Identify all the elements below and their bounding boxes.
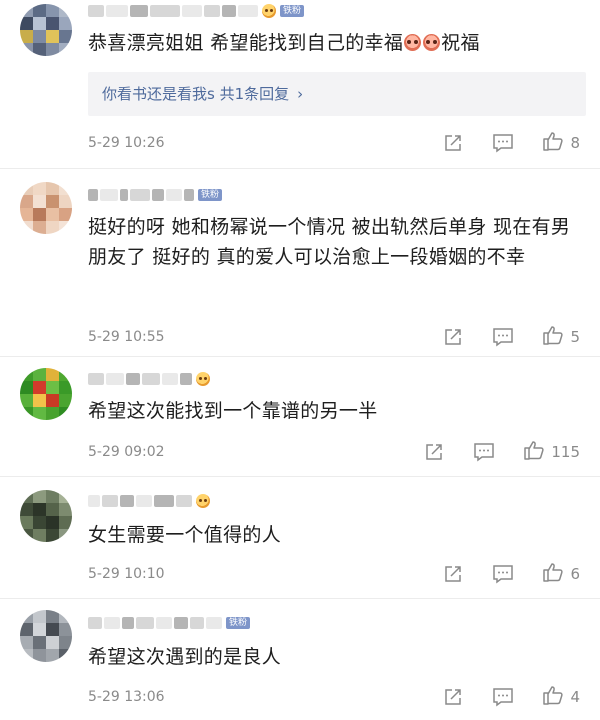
username[interactable] <box>88 492 210 510</box>
comment-icon[interactable] <box>492 326 514 348</box>
fan-badge: 铁粉 <box>198 189 223 201</box>
comment-text: 希望这次遇到的是良人 <box>88 646 282 668</box>
grin-emoji-icon <box>262 4 276 18</box>
like-count: 6 <box>570 565 580 583</box>
username[interactable]: 铁粉 <box>88 186 223 204</box>
timestamp: 5-29 09:02 <box>88 444 165 460</box>
divider <box>0 598 600 599</box>
like-button[interactable]: 5 <box>542 324 580 350</box>
avatar[interactable] <box>20 368 72 420</box>
face-emoji-icon <box>423 34 441 51</box>
avatar[interactable] <box>20 182 72 234</box>
reply-link[interactable]: 你看书还是看我s 共1条回复 › <box>88 72 586 116</box>
grin-emoji-icon <box>196 372 210 386</box>
timestamp: 5-29 10:26 <box>88 135 165 151</box>
thumbs-up-icon <box>542 684 564 710</box>
comment-icon[interactable] <box>473 441 495 463</box>
thumbs-up-icon <box>542 130 564 156</box>
like-button[interactable]: 6 <box>542 561 580 587</box>
comment-text: 恭喜漂亮姐姐 希望能找到自己的幸福 祝福 <box>88 32 480 54</box>
chevron-right-icon: › <box>297 85 304 103</box>
thumbs-up-icon <box>542 561 564 587</box>
like-button[interactable]: 8 <box>542 130 580 156</box>
comment-meta: 5-29 13:06 4 <box>88 684 580 710</box>
share-icon[interactable] <box>442 686 464 708</box>
comment-meta: 5-29 10:55 5 <box>88 324 580 350</box>
like-count: 115 <box>551 443 580 461</box>
timestamp: 5-29 10:55 <box>88 329 165 345</box>
face-emoji-icon <box>404 34 422 51</box>
divider <box>0 168 600 169</box>
avatar[interactable] <box>20 4 72 56</box>
comment-text: 女生需要一个值得的人 <box>88 524 282 546</box>
divider <box>0 356 600 357</box>
timestamp: 5-29 10:10 <box>88 566 165 582</box>
like-button[interactable]: 115 <box>523 439 580 465</box>
share-icon[interactable] <box>442 563 464 585</box>
comment-icon[interactable] <box>492 132 514 154</box>
share-icon[interactable] <box>442 326 464 348</box>
comment-meta: 5-29 10:26 8 <box>88 130 580 156</box>
divider <box>0 476 600 477</box>
timestamp: 5-29 13:06 <box>88 689 165 705</box>
share-icon[interactable] <box>423 441 445 463</box>
like-count: 8 <box>570 134 580 152</box>
comment-icon[interactable] <box>492 686 514 708</box>
grin-emoji-icon <box>196 494 210 508</box>
avatar[interactable] <box>20 610 72 662</box>
avatar[interactable] <box>20 490 72 542</box>
comment-icon[interactable] <box>492 563 514 585</box>
like-count: 5 <box>570 328 580 346</box>
username[interactable]: 铁粉 <box>88 2 305 20</box>
like-button[interactable]: 4 <box>542 684 580 710</box>
comment-meta: 5-29 10:10 6 <box>88 561 580 587</box>
comment-text: 希望这次能找到一个靠谱的另一半 <box>88 400 378 422</box>
username[interactable]: 铁粉 <box>88 614 251 632</box>
like-count: 4 <box>570 688 580 706</box>
username[interactable] <box>88 370 210 388</box>
share-icon[interactable] <box>442 132 464 154</box>
thumbs-up-icon <box>542 324 564 350</box>
thumbs-up-icon <box>523 439 545 465</box>
comment-text: 挺好的呀 她和杨幂说一个情况 被出轨然后单身 现在有男朋友了 挺好的 真的爱人可… <box>88 216 571 268</box>
comment-meta: 5-29 09:02 115 <box>88 439 580 465</box>
fan-badge: 铁粉 <box>226 617 251 629</box>
fan-badge: 铁粉 <box>280 5 305 17</box>
